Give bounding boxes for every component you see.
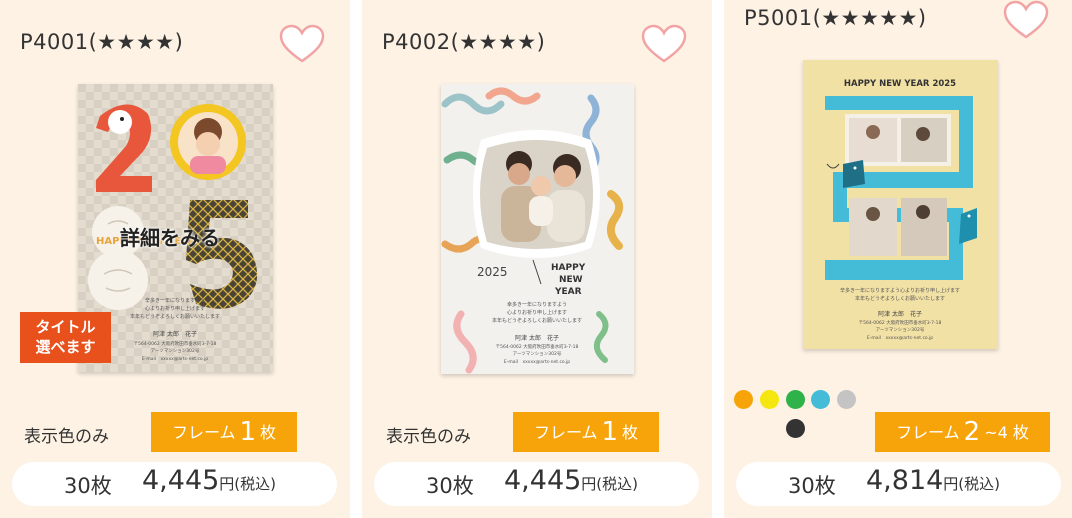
- card-design-thumbnail[interactable]: HAPPY NEW YEAR 2025 幸多き一年になりますよう 心よりお祈り申…: [441, 84, 634, 374]
- quantity-label: 30枚: [426, 474, 474, 498]
- svg-text:アーツマンション302号: アーツマンション302号: [151, 348, 200, 354]
- price-unit: 円(税込): [219, 475, 277, 493]
- frame-count-button[interactable]: フレーム 2 ~4 枚: [875, 412, 1050, 452]
- svg-text:アーツマンション302号: アーツマンション302号: [876, 327, 925, 333]
- frame-count-button[interactable]: フレーム 1 枚: [513, 412, 659, 452]
- card-artwork: HAPPY NEW YEAR 2025 辛多き一年になりますよう心よりお祈り申し…: [803, 60, 998, 349]
- color-swatch-orange[interactable]: [734, 390, 753, 409]
- favorite-heart-icon[interactable]: [640, 24, 688, 64]
- color-swatch-black[interactable]: [786, 419, 805, 438]
- svg-text:アーツマンション302号: アーツマンション302号: [513, 351, 562, 357]
- price-unit: 円(税込): [943, 475, 1001, 493]
- price-unit: 円(税込): [581, 475, 639, 493]
- svg-text:阿津 太郎 花子: 阿津 太郎 花子: [878, 310, 922, 318]
- product-code: P4001(★★★★): [20, 30, 184, 54]
- svg-text:HAPPY NEW YEAR 2025: HAPPY NEW YEAR 2025: [844, 79, 956, 89]
- favorite-heart-icon[interactable]: [278, 24, 326, 64]
- color-swatch-gray[interactable]: [837, 390, 856, 409]
- color-swatch-blue[interactable]: [811, 390, 830, 409]
- svg-text:阿津 太郎 花子: 阿津 太郎 花子: [153, 330, 197, 338]
- svg-text:E-mail xxxxx@arts-net.co.jp: E-mail xxxxx@arts-net.co.jp: [504, 359, 570, 365]
- price-value: 4,445円(税込): [142, 465, 277, 496]
- price-value: 4,814円(税込): [866, 465, 1001, 496]
- card-artwork: HAPPY NEW YEAR 2025 幸多き一年になりますよう 心よりお祈り申…: [441, 84, 634, 374]
- color-swatch-green[interactable]: [786, 390, 805, 409]
- product-code: P5001(★★★★★): [744, 6, 927, 30]
- svg-text:本年もどうぞよろしくお願いいたします: 本年もどうぞよろしくお願いいたします: [855, 295, 945, 302]
- price-value: 4,445円(税込): [504, 465, 639, 496]
- product-card-p4001[interactable]: P4001(★★★★) HAPPY NEW YEAR 辛多き一年になりますよう …: [0, 0, 350, 518]
- svg-text:辛多き一年になりますよう心よりお祈り申し上げます: 辛多き一年になりますよう心よりお祈り申し上げます: [840, 287, 960, 294]
- color-display-only-label: 表示色のみ: [386, 427, 471, 447]
- favorite-heart-icon[interactable]: [1002, 0, 1050, 40]
- product-code: P4002(★★★★): [382, 30, 546, 54]
- view-details-overlay[interactable]: 詳細をみる: [120, 222, 220, 251]
- price-bar: 30枚 4,445円(税込): [374, 462, 699, 506]
- svg-text:〒564-0062 大阪府吹田市垂水町3-7-18: 〒564-0062 大阪府吹田市垂水町3-7-18: [134, 340, 217, 347]
- quantity-label: 30枚: [64, 474, 112, 498]
- svg-text:心よりお祈り申し上げます: 心よりお祈り申し上げます: [145, 305, 205, 312]
- svg-text:心よりお祈り申し上げます: 心よりお祈り申し上げます: [507, 309, 567, 316]
- price-bar: 30枚 4,814円(税込): [736, 462, 1061, 506]
- product-card-p4002[interactable]: P4002(★★★★) HAPPY NEW YEAR 2025 幸多き一年になり…: [362, 0, 712, 518]
- svg-text:〒564-0062 大阪府吹田市垂水町3-7-18: 〒564-0062 大阪府吹田市垂水町3-7-18: [859, 319, 942, 326]
- card-design-thumbnail[interactable]: HAPPY NEW YEAR 2025 辛多き一年になりますよう心よりお祈り申し…: [803, 60, 998, 349]
- frame-count-button[interactable]: フレーム 1 枚: [151, 412, 297, 452]
- svg-text:NEW: NEW: [559, 275, 583, 285]
- product-card-p5001[interactable]: P5001(★★★★★) HAPPY NEW YEAR 2025 辛多き一年にな…: [724, 0, 1072, 518]
- svg-text:阿津 太郎 花子: 阿津 太郎 花子: [515, 334, 559, 342]
- title-selectable-badge: タイトル 選べます: [20, 312, 111, 363]
- svg-text:辛多き一年になりますよう: 辛多き一年になりますよう: [145, 297, 205, 304]
- svg-text:HAPPY: HAPPY: [551, 263, 586, 273]
- svg-text:幸多き一年になりますよう: 幸多き一年になりますよう: [507, 301, 567, 308]
- svg-text:2025: 2025: [477, 265, 508, 279]
- svg-text:E-mail xxxxx@arts-net.co.jp: E-mail xxxxx@arts-net.co.jp: [867, 335, 933, 341]
- svg-text:〒564-0062 大阪府吹田市垂水町3-7-18: 〒564-0062 大阪府吹田市垂水町3-7-18: [496, 343, 579, 350]
- price-bar: 30枚 4,445円(税込): [12, 462, 337, 506]
- svg-text:本年もどうぞよろしくお願いいたします: 本年もどうぞよろしくお願いいたします: [130, 313, 220, 320]
- quantity-label: 30枚: [788, 474, 836, 498]
- svg-text:YEAR: YEAR: [554, 287, 582, 297]
- color-swatch-yellow[interactable]: [760, 390, 779, 409]
- color-display-only-label: 表示色のみ: [24, 427, 109, 447]
- svg-text:E-mail xxxxx@arts-net.co.jp: E-mail xxxxx@arts-net.co.jp: [142, 356, 208, 362]
- svg-text:本年もどうぞよろしくお願いいたします: 本年もどうぞよろしくお願いいたします: [492, 317, 582, 324]
